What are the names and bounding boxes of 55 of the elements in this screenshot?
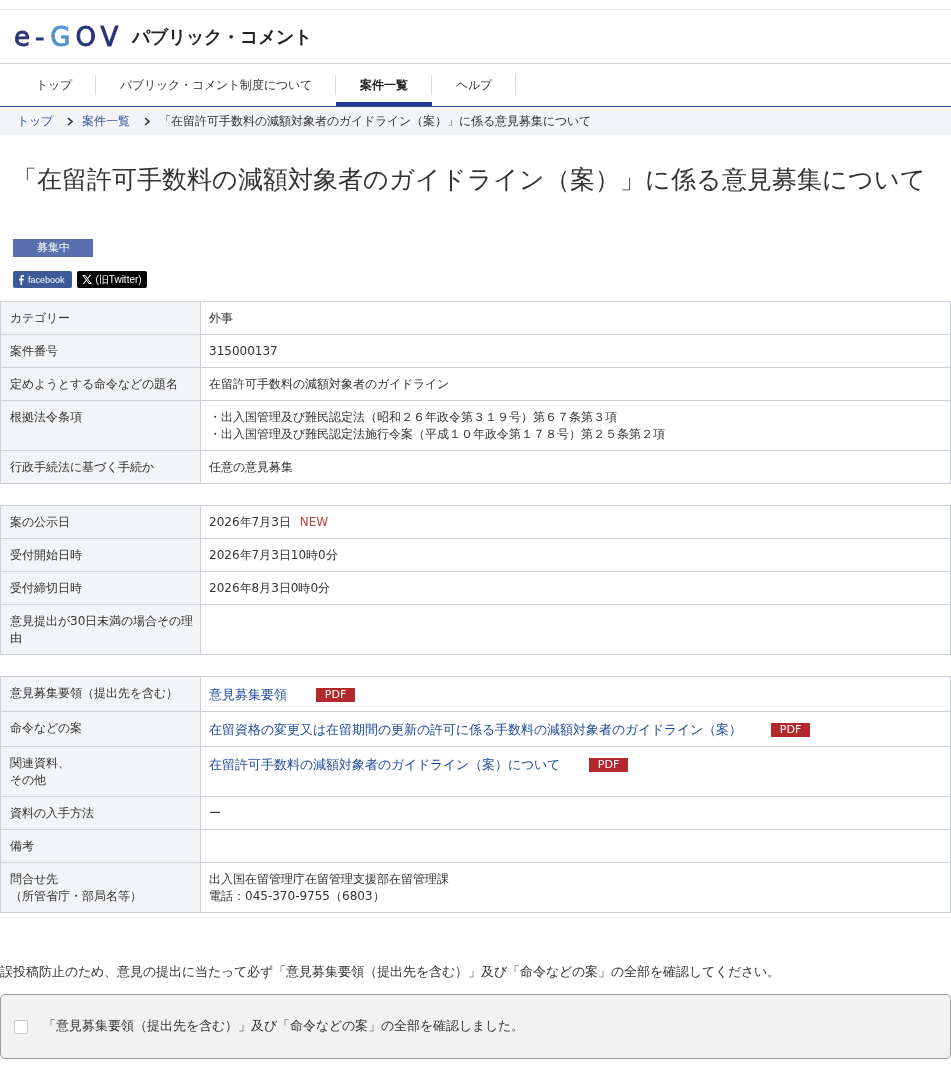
share-button[interactable]: facebook: [13, 271, 72, 288]
row-label: その他: [10, 772, 47, 789]
cell-text: 在留許可手数料の減額対象者のガイドライン: [209, 376, 449, 393]
nav-tab[interactable]: パブリック・コメント制度について: [96, 64, 336, 106]
share-button[interactable]: (旧Twitter): [76, 271, 147, 288]
nav-tab[interactable]: トップ: [12, 64, 96, 106]
row-label: 行政手続法に基づく手続か: [10, 459, 155, 476]
cell-text: 315000137: [209, 343, 278, 360]
row-label: 資料の入手方法: [10, 805, 95, 822]
chevron-right-icon: [67, 116, 73, 126]
document-link[interactable]: 在留許可手数料の減額対象者のガイドライン（案）について: [209, 755, 560, 774]
cell-text: 2026年7月3日: [209, 514, 291, 531]
row-label: 定めようとする命令などの題名: [10, 376, 179, 393]
breadcrumb-current: 「在留許可手数料の減額対象者のガイドライン（案）」に係る意見募集について: [159, 112, 591, 130]
row-label: 根拠法令条項: [10, 409, 83, 426]
row-label: 受付締切日時: [10, 580, 83, 597]
checkbox[interactable]: [14, 1019, 28, 1034]
row-label: 意見募集要領（提出先を含む）: [10, 685, 179, 702]
notice-text: 誤投稿防止のため、意見の提出に当たって必ず「意見募集要領（提出先を含む）」及び「命令などの案」の全部を確認してください。: [0, 963, 781, 981]
chevron-right-icon: [144, 116, 150, 126]
cell-text: 2026年7月3日10時0分: [209, 547, 338, 564]
cell-text: 外事: [209, 310, 233, 327]
breadcrumb-link[interactable]: 案件一覧: [82, 112, 130, 130]
row-label: 受付開始日時: [10, 547, 83, 564]
page-title: 「在留許可手数料の減額対象者のガイドライン（案）」に係る意見募集について: [12, 164, 927, 196]
site-title: パブリック・コメント: [132, 25, 313, 49]
row-label: 関連資料、: [10, 755, 71, 772]
pdf-badge: PDF: [589, 757, 628, 772]
document-link[interactable]: 在留資格の変更又は在留期間の更新の許可に係る手数料の減額対象者のガイドライン（案）: [209, 720, 742, 739]
row-label: カテゴリー: [10, 310, 71, 327]
new-tag: NEW: [299, 514, 329, 531]
cell-text: 2026年8月3日0時0分: [209, 580, 331, 597]
row-label: 意見提出が30日未満の場合その理由: [10, 613, 195, 647]
cell-text: 電話：045-370-9755（6803）: [209, 888, 385, 905]
cell-text: ー: [209, 805, 221, 822]
checkbox-label[interactable]: 「意見募集要領（提出先を含む）」及び「命令などの案」の全部を確認しました。: [43, 1018, 524, 1035]
x-logo-icon: [81, 275, 92, 284]
pdf-badge: PDF: [771, 722, 810, 737]
row-label: 備考: [10, 838, 35, 855]
nav-tab[interactable]: ヘルプ: [432, 64, 516, 106]
cell-text: ・出入国管理及び難民認定法施行令案（平成１０年政令第１７８号）第２５条第２項: [209, 426, 665, 443]
row-label: 問合せ先: [10, 871, 59, 888]
row-label: 案件番号: [10, 343, 59, 360]
row-label: 命令などの案: [10, 720, 83, 737]
nav-tab[interactable]: 案件一覧: [336, 64, 432, 106]
status-badge: 募集中: [13, 239, 93, 257]
facebook-logo-icon: [19, 274, 24, 285]
document-link[interactable]: 意見募集要領: [209, 685, 287, 704]
cell-text: ・出入国管理及び難民認定法（昭和２６年政令第３１９号）第６７条第３項: [209, 409, 617, 426]
row-label: （所管省庁・部局名等）: [10, 888, 143, 905]
pdf-badge: PDF: [316, 687, 355, 702]
cell-text: 出入国在留管理庁在留管理支援部在留管理課: [209, 871, 449, 888]
cell-text: 任意の意見募集: [209, 459, 293, 476]
breadcrumb-link[interactable]: トップ: [17, 112, 53, 130]
row-label: 案の公示日: [10, 514, 71, 531]
